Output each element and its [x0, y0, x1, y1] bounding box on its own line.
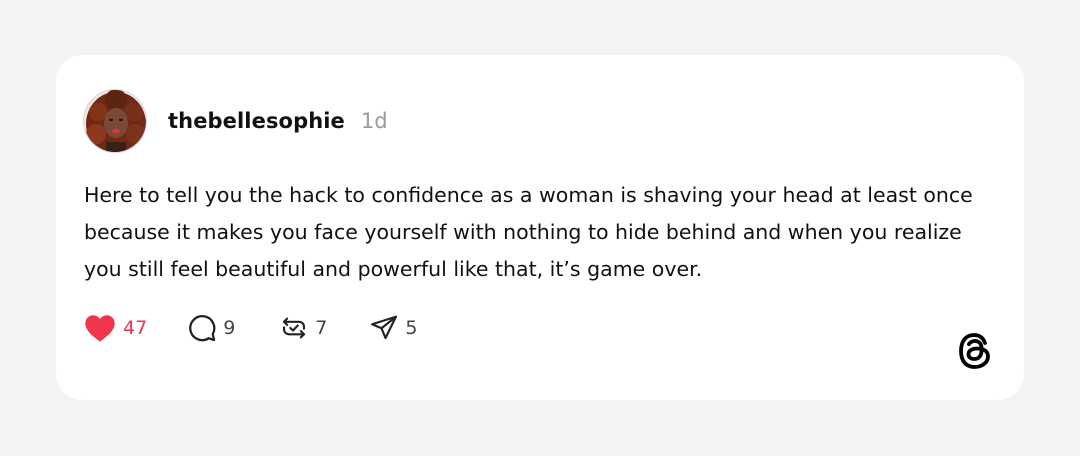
- share-count: 5: [405, 317, 418, 339]
- repost-button[interactable]: 7: [279, 313, 327, 343]
- repost-count: 7: [315, 317, 328, 339]
- comment-icon: [187, 313, 217, 343]
- repost-icon: [279, 313, 309, 343]
- like-count: 47: [123, 317, 148, 339]
- reply-count: 9: [223, 317, 236, 339]
- post-timestamp: 1d: [360, 109, 388, 133]
- threads-logo-icon: [956, 331, 994, 371]
- avatar[interactable]: [83, 89, 147, 153]
- post-text: Here to tell you the hack to confidence …: [84, 183, 973, 281]
- post-actions: 47 9 7 5: [84, 313, 417, 343]
- post-header: thebellesophie 1d: [83, 88, 388, 154]
- like-button[interactable]: 47: [84, 313, 147, 343]
- reply-button[interactable]: 9: [187, 313, 235, 343]
- username[interactable]: thebellesophie: [168, 109, 345, 133]
- heart-icon: [84, 313, 116, 343]
- share-button[interactable]: 5: [369, 313, 417, 343]
- threads-post-card: thebellesophie 1d Here to tell you the h…: [56, 55, 1024, 400]
- send-icon: [369, 313, 399, 343]
